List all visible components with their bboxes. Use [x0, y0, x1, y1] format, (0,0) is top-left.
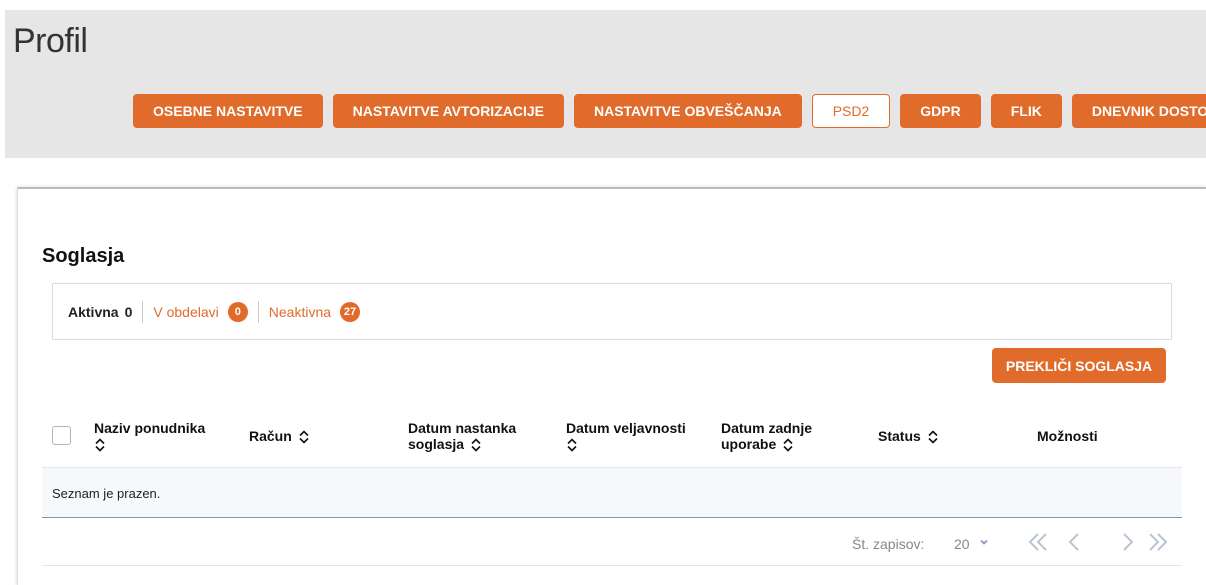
- filter-pending-label: V obdelavi: [153, 303, 219, 320]
- sort-icon: [783, 438, 793, 452]
- column-label-line2: uporabe: [721, 436, 777, 452]
- table-header: Naziv ponudnika Račun Datum nastanka sog…: [42, 405, 1182, 468]
- profile-header: [5, 10, 1206, 158]
- column-label: Datum zadnje: [721, 420, 813, 436]
- column-label-line2: soglasja: [408, 436, 465, 452]
- filter-inactive-badge: 27: [340, 301, 361, 322]
- page-title: Profil: [13, 22, 88, 60]
- column-status[interactable]: Status: [878, 428, 939, 444]
- tab-osebne-nastavitve[interactable]: OSEBNE NASTAVITVE: [133, 94, 323, 128]
- empty-message: Seznam je prazen.: [52, 486, 161, 501]
- records-per-page-select[interactable]: 20: [954, 536, 970, 552]
- section-title: Soglasja: [42, 245, 125, 267]
- sort-icon: [471, 438, 481, 452]
- empty-table-row: Seznam je prazen.: [42, 468, 1182, 518]
- filter-inactive-label: Neaktivna: [268, 303, 332, 320]
- records-per-page-label: Št. zapisov:: [852, 536, 925, 552]
- filter-divider: [257, 300, 259, 323]
- tab-flik[interactable]: FLIK: [990, 94, 1062, 128]
- column-label: Datum veljavnosti: [566, 420, 686, 436]
- next-page-icon[interactable]: [1116, 530, 1140, 554]
- tab-dnevnik-dostopov[interactable]: DNEVNIK DOSTOPOV: [1071, 94, 1206, 128]
- filter-pending-badge: 0: [227, 301, 248, 322]
- filter-pending[interactable]: V obdelavi 0: [153, 301, 248, 322]
- column-racun[interactable]: Račun: [249, 428, 310, 444]
- column-moznosti: Možnosti: [1037, 428, 1098, 444]
- column-datum-zadnje-uporabe[interactable]: Datum zadnje uporabe: [721, 420, 812, 452]
- profile-nav: OSEBNE NASTAVITVE NASTAVITVE AVTORIZACIJ…: [133, 94, 1206, 128]
- column-datum-veljavnosti[interactable]: Datum veljavnosti: [566, 420, 686, 452]
- tab-nastavitve-avtorizacije[interactable]: NASTAVITVE AVTORIZACIJE: [332, 94, 564, 128]
- tab-nastavitve-obvescanja[interactable]: NASTAVITVE OBVEŠČANJA: [573, 94, 802, 128]
- filter-inactive[interactable]: Neaktivna 27: [268, 301, 361, 322]
- prev-page-icon[interactable]: [1062, 530, 1086, 554]
- filter-active[interactable]: Aktivna 0: [68, 304, 132, 320]
- sort-icon: [567, 438, 577, 452]
- column-naziv-ponudnika[interactable]: Naziv ponudnika: [94, 420, 205, 452]
- sort-icon: [928, 430, 938, 444]
- sort-icon: [95, 438, 105, 452]
- chevron-down-icon[interactable]: [979, 537, 989, 547]
- filter-active-label: Aktivna: [68, 303, 119, 320]
- filter-divider: [142, 300, 144, 323]
- filter-active-count: 0: [124, 303, 133, 320]
- last-page-icon[interactable]: [1146, 530, 1170, 554]
- column-datum-nastanka[interactable]: Datum nastanka soglasja: [408, 420, 516, 452]
- first-page-icon[interactable]: [1026, 530, 1050, 554]
- select-all-checkbox[interactable]: [52, 426, 71, 445]
- tab-psd2[interactable]: PSD2: [811, 94, 891, 128]
- consent-filter-bar: Aktivna 0 V obdelavi 0 Neaktivna 27: [52, 283, 1172, 340]
- tab-gdpr[interactable]: GDPR: [900, 94, 981, 128]
- column-label: Status: [878, 428, 921, 444]
- cancel-consents-button[interactable]: PREKLIČI SOGLASJA: [992, 348, 1166, 383]
- column-label: Naziv ponudnika: [94, 420, 206, 436]
- sort-icon: [299, 430, 309, 444]
- column-label: Račun: [249, 428, 292, 444]
- pagination-bar: Št. zapisov: 20: [42, 518, 1182, 566]
- column-label: Datum nastanka: [408, 420, 517, 436]
- column-label: Možnosti: [1037, 428, 1098, 444]
